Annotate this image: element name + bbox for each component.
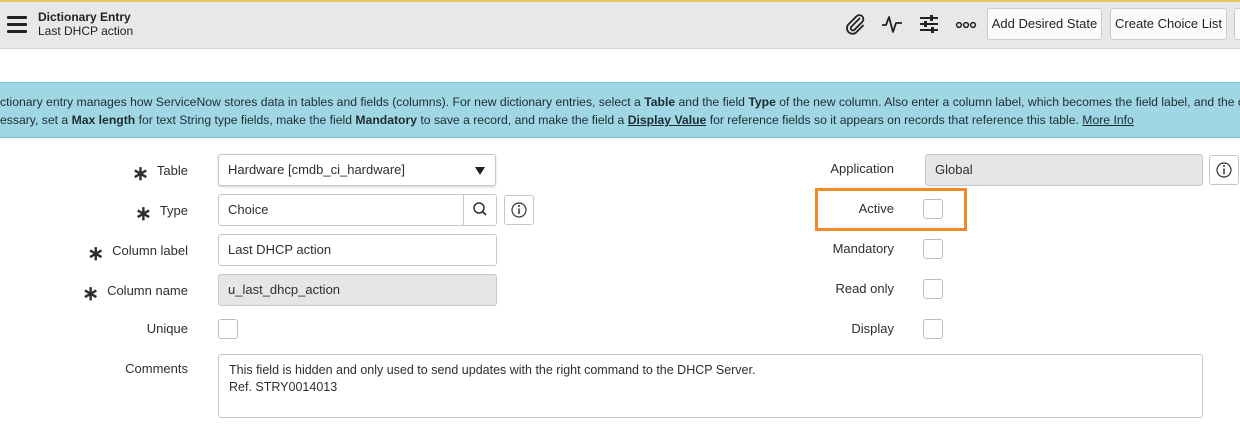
table-select[interactable]: Hardware [cmdb_ci_hardware] [218,154,496,186]
type-label: ∗ Type [135,203,188,225]
info-banner: ctionary entry manages how ServiceNow st… [0,82,1240,138]
banner-text-segment: ctionary entry manages how ServiceNow st… [0,95,645,109]
active-checkbox[interactable] [923,199,943,219]
info-icon[interactable] [504,195,534,225]
required-marker: ∗ [132,163,149,185]
unique-checkbox[interactable] [218,319,238,339]
banner-text-segment: and the field [675,95,749,109]
active-label: Active [858,201,894,216]
banner-text-segment: for reference fields so it appears on re… [706,113,1083,127]
more-info-link[interactable]: More Info [1082,113,1133,127]
required-marker: ∗ [87,243,105,265]
mandatory-label: Mandatory [832,241,894,256]
hamburger-menu-icon[interactable] [7,16,27,33]
record-name: Last DHCP action [38,24,134,38]
banner-line-1: ctionary entry manages how ServiceNow st… [0,95,1240,109]
required-marker: ∗ [82,283,100,305]
column-label-label: ∗ Column label [87,243,188,265]
type-field[interactable]: Choice [218,194,497,226]
overflow-button[interactable] [1234,8,1240,40]
banner-text-segment: for text String type fields, make the fi… [135,113,356,127]
add-desired-state-button[interactable]: Add Desired State [987,8,1102,40]
banner-text-segment: of the new column. Also enter a column l… [775,95,1240,109]
comments-textarea[interactable]: This field is hidden and only used to se… [218,354,1203,418]
form-title: Dictionary Entry [38,10,131,24]
application-label: Application [830,161,894,176]
more-options-icon[interactable] [954,12,978,36]
column-name-input: u_last_dhcp_action [218,274,497,306]
banner-text-segment: to save a record, and make the field a [417,113,628,127]
display-checkbox[interactable] [923,319,943,339]
activity-pulse-icon[interactable] [880,12,904,36]
read-only-label: Read only [835,281,894,296]
comments-label: Comments [125,361,188,376]
banner-text-segment: essary, set a [0,113,72,127]
unique-label: Unique [146,321,188,336]
display-label: Display [851,321,894,336]
banner-text-segment: Mandatory [355,113,418,127]
create-choice-list-button[interactable]: Create Choice List [1110,8,1227,40]
banner-text-segment: Table [644,95,676,109]
banner-line-2: essary, set a Max length for text String… [0,113,1134,127]
column-label-input[interactable]: Last DHCP action [218,234,497,266]
table-label: ∗ Table [132,163,188,185]
personalize-sliders-icon[interactable] [917,12,941,36]
banner-text-segment: Type [748,95,776,109]
application-field: Global [925,154,1203,186]
info-icon[interactable] [1209,155,1239,185]
banner-text-segment: Max length [71,113,136,127]
chevron-down-icon [475,167,485,175]
paperclip-icon[interactable] [843,12,867,36]
required-marker: ∗ [135,203,152,225]
read-only-checkbox[interactable] [923,279,943,299]
form-header: Dictionary Entry Last DHCP action Add De… [0,2,1240,49]
column-name-label: ∗ Column name [82,283,188,305]
display-value-term: Display Value [627,113,707,127]
search-icon[interactable] [463,195,496,225]
mandatory-checkbox[interactable] [923,239,943,259]
